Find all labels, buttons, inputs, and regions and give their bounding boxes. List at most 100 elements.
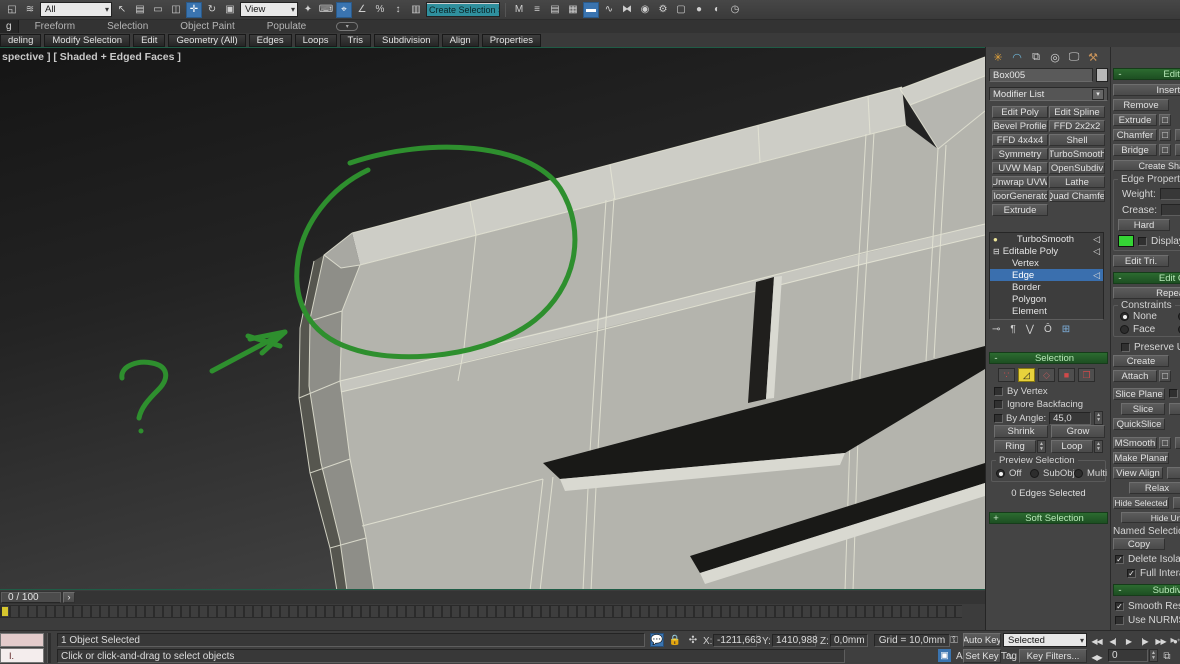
timeline-marker[interactable] [2, 607, 8, 616]
ribbon-tab-selection[interactable]: Selection [91, 20, 164, 33]
play-icon[interactable]: ▶ [1121, 634, 1136, 648]
remove-modifier-icon[interactable]: Ȏ [1044, 324, 1052, 335]
window-crossing-icon[interactable]: ◫ [168, 2, 184, 18]
ribbon-panel-modeling[interactable]: deling [0, 34, 41, 47]
modifier-preset-button[interactable]: FFD 4x4x4 [992, 134, 1048, 146]
full-interactivity-checkbox[interactable]: ✓ Full Intera [1127, 568, 1180, 579]
render-production-icon[interactable]: ● [691, 2, 707, 18]
attach-button[interactable]: Attach [1113, 370, 1157, 382]
ribbon-panel-align[interactable]: Align [442, 34, 479, 47]
render-a360-icon[interactable]: ◷ [727, 2, 743, 18]
use-nurms-checkbox[interactable]: Use NURMS Su [1115, 615, 1180, 626]
preserve-uvs-checkbox[interactable]: Preserve UVs [1121, 342, 1180, 353]
go-to-frame-icon[interactable]: ◀▶ [1089, 650, 1104, 664]
modifier-list-dropdown[interactable]: Modifier List ▾ [989, 87, 1108, 101]
named-selection-set-field[interactable]: Create Selection Se ▾ [426, 2, 500, 17]
slice-plane-button[interactable]: Slice Plane [1113, 388, 1165, 400]
selection-lock-icon[interactable]: 🔒 [668, 633, 682, 647]
ribbon-tab-freeform[interactable]: Freeform [19, 20, 92, 33]
constraint-none-radio[interactable]: None [1120, 311, 1157, 322]
utilities-tab-icon[interactable]: ⚒ [1085, 50, 1101, 65]
ring-button[interactable]: Ring [994, 440, 1036, 453]
spinner-control[interactable]: ▲▼ [1094, 411, 1103, 425]
selected-filter-dropdown[interactable]: Selected ▾ [1003, 633, 1087, 647]
percent-snap-icon[interactable]: % [372, 2, 388, 18]
curve-editor-icon[interactable]: ∿ [601, 2, 617, 18]
schematic-view-icon[interactable]: ⧓ [619, 2, 635, 18]
hide-selected-button[interactable]: Hide Selected [1113, 497, 1169, 509]
expand-icon[interactable]: ⊟ [993, 247, 1000, 256]
object-color-swatch[interactable] [1096, 68, 1108, 82]
object-name-field[interactable]: Box005 [989, 68, 1093, 82]
snaps-toggle-icon[interactable]: ⌖ [336, 2, 352, 18]
modify-tab-icon[interactable]: ◠ [1009, 50, 1025, 65]
modifier-preset-button[interactable]: Edit Spline [1049, 106, 1105, 118]
soft-selection-rollout-header[interactable]: + Soft Selection [989, 512, 1108, 524]
material-editor-icon[interactable]: ◉ [637, 2, 653, 18]
rendered-frame-icon[interactable]: ▢ [673, 2, 689, 18]
select-and-link-icon[interactable]: ◱ [4, 2, 20, 18]
new-key-curve-icon[interactable]: ∿ [1003, 649, 1017, 663]
modifier-preset-button[interactable]: Symmetry [992, 148, 1048, 160]
extrude-button[interactable]: Extrude [1113, 114, 1157, 126]
tessellate-button[interactable]: Tes [1175, 437, 1180, 449]
connect-button[interactable]: Co [1175, 144, 1180, 156]
remove-button[interactable]: Remove [1113, 99, 1169, 111]
named-selection-sets-icon[interactable]: ▥ [408, 2, 424, 18]
unhide-all-button[interactable]: U [1173, 497, 1180, 509]
insert-vertex-button[interactable]: Insert Vert [1113, 84, 1180, 96]
modifier-preset-button[interactable]: Edit Poly [992, 106, 1048, 118]
preview-multi-radio[interactable]: Multi [1074, 468, 1107, 479]
modifier-preset-button[interactable]: Lathe [1049, 176, 1105, 188]
relax-button[interactable]: Relax [1129, 482, 1180, 494]
grow-button[interactable]: Grow [1051, 425, 1105, 438]
x-coordinate-field[interactable]: -1211,663 [713, 634, 757, 647]
modifier-preset-button[interactable]: TurboSmooth [1049, 148, 1105, 160]
stack-item-edge[interactable]: Edge ◁ [990, 269, 1103, 281]
modifier-preset-button[interactable]: FloorGenerator [992, 190, 1048, 202]
constraint-face-radio[interactable]: Face [1120, 324, 1155, 335]
extrude-settings-icon[interactable]: □ [1159, 114, 1171, 126]
hard-button[interactable]: Hard [1118, 219, 1170, 231]
maxscript-macro-recorder[interactable] [0, 633, 44, 647]
target-weld-button[interactable]: Ta [1175, 129, 1180, 141]
select-and-scale-icon[interactable]: ▣ [222, 2, 238, 18]
select-by-name-icon[interactable]: ▤ [132, 2, 148, 18]
time-tag-icon[interactable]: ▣ [938, 649, 951, 662]
weight-field[interactable] [1160, 188, 1180, 200]
reference-coordinate-dropdown[interactable]: View ▾ [240, 2, 298, 17]
edit-geometry-header[interactable]: -Edit Geome [1113, 272, 1180, 284]
reset-plane-button[interactable]: Re [1169, 403, 1180, 415]
ribbon-panel-edit[interactable]: Edit [133, 34, 165, 47]
smooth-result-checkbox[interactable]: ✓ Smooth Result [1115, 601, 1180, 612]
ribbon-tab-fragment[interactable]: g [0, 20, 19, 33]
edit-triangulation-button[interactable]: Edit Tri. [1113, 255, 1169, 267]
modifier-preset-button[interactable]: Unwrap UVW [992, 176, 1048, 188]
attach-settings-icon[interactable]: □ [1159, 370, 1171, 382]
mirror-icon[interactable]: M [511, 2, 527, 18]
auto-key-button[interactable]: Auto Key [963, 633, 1001, 647]
slice-plane-checkbox[interactable] [1169, 389, 1178, 398]
stack-item-editable-poly[interactable]: ⊟ Editable Poly ◁ [990, 245, 1103, 257]
crease-field[interactable] [1161, 204, 1180, 216]
modifier-preset-button[interactable]: Quad Chamfer [1049, 190, 1105, 202]
ribbon-minimize-button[interactable]: ▾ [336, 22, 358, 31]
make-planar-button[interactable]: Make Planar [1113, 452, 1169, 464]
select-and-manipulate-icon[interactable]: ✦ [300, 2, 316, 18]
ribbon-panel-geometry-all[interactable]: Geometry (All) [168, 34, 245, 47]
configure-modifier-sets-icon[interactable]: ⊞ [1062, 324, 1070, 335]
hard-edge-color-swatch[interactable] [1118, 235, 1134, 247]
by-vertex-checkbox[interactable]: By Vertex [994, 386, 1048, 397]
loop-button[interactable]: Loop [1051, 440, 1093, 453]
shrink-button[interactable]: Shrink [994, 425, 1048, 438]
by-angle-checkbox[interactable] [994, 414, 1003, 423]
ribbon-panel-edges[interactable]: Edges [249, 34, 292, 47]
border-subobject-icon[interactable]: ◇ [1038, 368, 1055, 382]
set-key-button[interactable]: Set Key [963, 649, 1001, 663]
vertex-subobject-icon[interactable]: ∵ [998, 368, 1015, 382]
edge-subobject-icon[interactable]: ◿ [1018, 368, 1035, 382]
make-unique-icon[interactable]: ⋁ [1026, 324, 1034, 335]
maxscript-listener[interactable]: I. [0, 648, 44, 663]
modifier-preset-button[interactable]: UVW Map [992, 162, 1048, 174]
keyboard-override-icon[interactable]: ⌨ [318, 2, 334, 18]
